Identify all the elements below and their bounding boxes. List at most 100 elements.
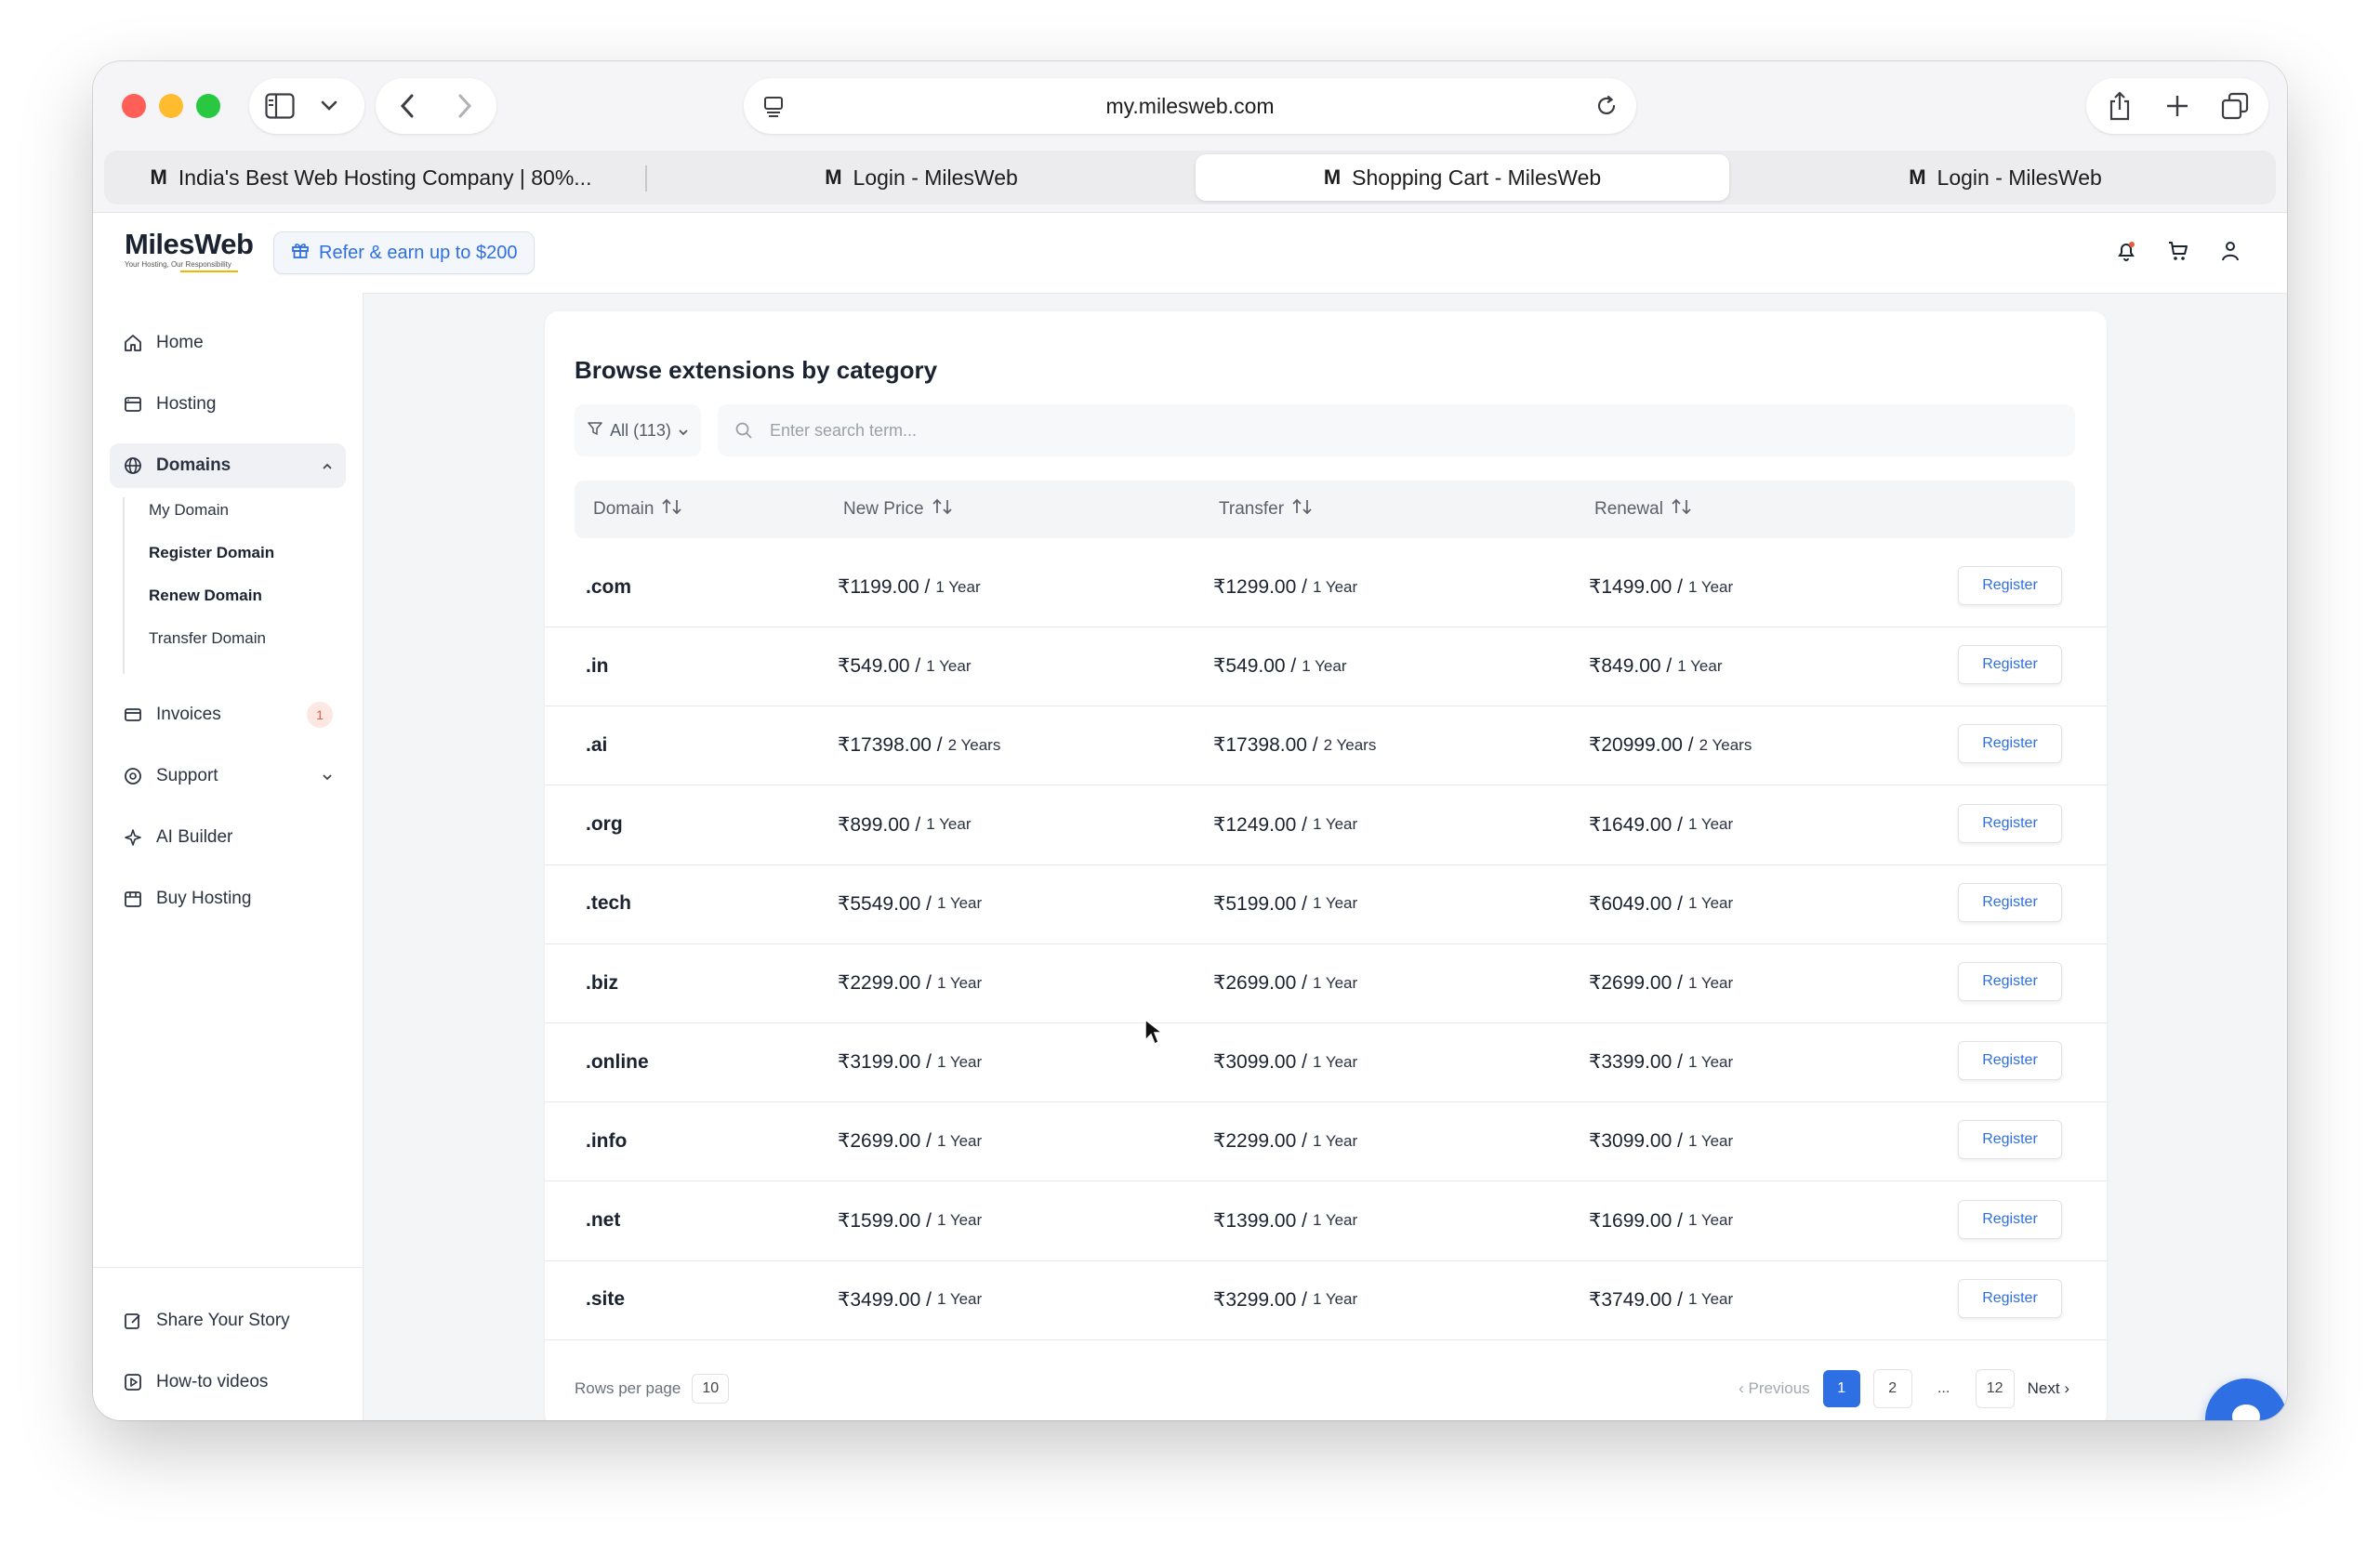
register-button[interactable]: Register	[1958, 1278, 2062, 1318]
renewal-price: ₹1649.00 /	[1589, 813, 1683, 836]
sidebar-item-support[interactable]: Support	[110, 754, 346, 798]
tab-milesweb-home[interactable]: M India's Best Web Hosting Company | 80%…	[108, 154, 634, 201]
transfer-price-period: 2 Years	[1323, 735, 1377, 754]
page-button-1[interactable]: 1	[1822, 1370, 1860, 1407]
page-button-12[interactable]: 12	[1975, 1369, 2015, 1408]
search-input[interactable]	[768, 419, 1980, 442]
url-text: my.milesweb.com	[1105, 94, 1275, 118]
store-icon	[123, 889, 143, 909]
new-price: ₹899.00 /	[838, 813, 921, 836]
back-icon[interactable]	[394, 93, 420, 119]
submenu-renew-domain[interactable]: Renew Domain	[149, 587, 262, 605]
register-button[interactable]: Register	[1958, 1041, 2062, 1081]
forward-icon[interactable]	[452, 93, 478, 119]
sidebar-item-how-to-videos[interactable]: How-to videos	[110, 1360, 346, 1405]
new-price-period: 1 Year	[926, 815, 972, 834]
sidebar-item-share-story[interactable]: Share Your Story	[110, 1299, 346, 1343]
column-transfer-header[interactable]: Transfer	[1219, 481, 1314, 538]
new-tab-icon[interactable]	[2162, 91, 2192, 121]
tab-login[interactable]: M Login - MilesWeb	[658, 154, 1184, 201]
tab-title: Shopping Cart - MilesWeb	[1352, 165, 1602, 190]
column-new-price-header[interactable]: New Price	[843, 481, 954, 538]
new-price: ₹549.00 /	[838, 655, 921, 678]
pagination: ‹ Previous 1 2 ... 12 Next ›	[1739, 1365, 2069, 1412]
new-price-cell: ₹1199.00 /1 Year	[838, 547, 981, 626]
tab-shopping-cart[interactable]: M Shopping Cart - MilesWeb	[1196, 154, 1729, 201]
register-button[interactable]: Register	[1958, 1199, 2062, 1239]
table-row: .ai ₹17398.00 /2 Years ₹17398.00 /2 Years ₹…	[545, 706, 2107, 786]
tab-overview-icon[interactable]	[2220, 91, 2250, 121]
table-row: .biz ₹2299.00 /1 Year ₹2699.00 /1 Year ₹269…	[545, 943, 2107, 1023]
tab-strip: M India's Best Web Hosting Company | 80%…	[104, 151, 2276, 204]
notification-bell-icon[interactable]	[2114, 239, 2138, 263]
address-bar[interactable]: my.milesweb.com	[744, 78, 1636, 134]
table-footer: Rows per page 10 ‹ Previous 1 2 ... 12 N…	[545, 1365, 2107, 1420]
refer-earn-button[interactable]: Refer & earn up to $200	[273, 231, 536, 274]
zoom-window-button[interactable]	[196, 94, 220, 118]
submenu-my-domain[interactable]: My Domain	[149, 501, 229, 520]
submenu-register-domain[interactable]: Register Domain	[149, 544, 274, 562]
share-icon[interactable]	[2105, 91, 2135, 121]
tab-title: Login - MilesWeb	[1937, 165, 2102, 190]
register-button[interactable]: Register	[1958, 566, 2062, 605]
register-button[interactable]: Register	[1958, 962, 2062, 1001]
renewal-price: ₹849.00 /	[1589, 655, 1673, 678]
new-price: ₹2299.00 /	[838, 972, 932, 994]
register-button[interactable]: Register	[1958, 1120, 2062, 1160]
sidebar-item-home[interactable]: Home	[110, 321, 346, 365]
milesweb-logo[interactable]: MilesWeb Your Hosting, Our Responsibilit…	[125, 228, 254, 272]
sidebar-item-hosting[interactable]: Hosting	[110, 382, 346, 427]
transfer-price-period: 1 Year	[1312, 1052, 1358, 1071]
chevron-down-icon[interactable]	[318, 95, 340, 117]
reload-icon[interactable]	[1593, 93, 1620, 119]
chat-widget-button[interactable]	[2205, 1378, 2287, 1420]
register-button[interactable]: Register	[1958, 803, 2062, 843]
transfer-price-cell: ₹17398.00 / 2 Years	[1213, 706, 1376, 785]
refer-label: Refer & earn up to $200	[319, 242, 518, 263]
cart-icon[interactable]	[2166, 239, 2190, 263]
table-row: .tech ₹5549.00 /1 Year ₹5199.00 /1 Year ₹60…	[545, 864, 2107, 944]
renewal-price: ₹3749.00 /	[1589, 1288, 1683, 1311]
sidebar-item-buy-hosting[interactable]: Buy Hosting	[110, 877, 346, 921]
transfer-price: ₹3099.00 /	[1213, 1051, 1307, 1074]
sidebar-item-ai-builder[interactable]: AI Builder	[110, 815, 346, 860]
nav-buttons-group	[376, 78, 496, 134]
page-ellipsis: ...	[1937, 1380, 1950, 1396]
rows-per-page-select[interactable]: 10	[692, 1374, 730, 1404]
sidebar-item-domains[interactable]: Domains	[110, 443, 346, 488]
transfer-price-cell: ₹2299.00 / 1 Year	[1213, 1101, 1357, 1180]
category-filter-dropdown[interactable]: All (113)	[575, 404, 701, 456]
column-renewal-header[interactable]: Renewal	[1594, 481, 1693, 538]
submenu-transfer-domain[interactable]: Transfer Domain	[149, 629, 266, 648]
tab-login-2[interactable]: M Login - MilesWeb	[1742, 154, 2268, 201]
sidebar-item-label: AI Builder	[156, 827, 233, 847]
gift-icon	[291, 241, 310, 265]
close-window-button[interactable]	[122, 94, 146, 118]
page-button-2[interactable]: 2	[1872, 1369, 1912, 1408]
transfer-price-period: 1 Year	[1312, 1290, 1358, 1309]
transfer-price-cell: ₹5199.00 / 1 Year	[1213, 864, 1357, 943]
user-icon[interactable]	[2218, 239, 2242, 263]
register-button[interactable]: Register	[1958, 882, 2062, 922]
previous-page-button[interactable]: ‹ Previous	[1739, 1379, 1810, 1398]
sidebar-item-invoices[interactable]: Invoices 1	[110, 692, 346, 737]
renewal-price-cell: ₹1499.00 /1 Year	[1589, 547, 1733, 626]
tab-separator	[645, 165, 647, 191]
rows-per-page: Rows per page 10	[575, 1365, 730, 1412]
transfer-price-period: 1 Year	[1312, 815, 1358, 834]
renewal-price: ₹1499.00 /	[1589, 576, 1683, 598]
sidebar-icon[interactable]	[264, 91, 296, 121]
search-box	[718, 404, 2075, 456]
register-button[interactable]: Register	[1958, 724, 2062, 764]
next-page-button[interactable]: Next ›	[2028, 1379, 2069, 1398]
transfer-price: ₹2699.00 /	[1213, 972, 1307, 994]
chevron-up-icon	[322, 458, 333, 473]
column-domain-header[interactable]: Domain	[593, 481, 683, 538]
register-button[interactable]: Register	[1958, 645, 2062, 685]
minimize-window-button[interactable]	[159, 94, 183, 118]
domain-extension: .site	[586, 1288, 626, 1311]
renewal-price-period: 1 Year	[1687, 1290, 1734, 1309]
right-actions-group	[2086, 78, 2268, 134]
web-page: MilesWeb Your Hosting, Our Responsibilit…	[93, 212, 2287, 1420]
transfer-price: ₹3299.00 /	[1213, 1288, 1307, 1311]
